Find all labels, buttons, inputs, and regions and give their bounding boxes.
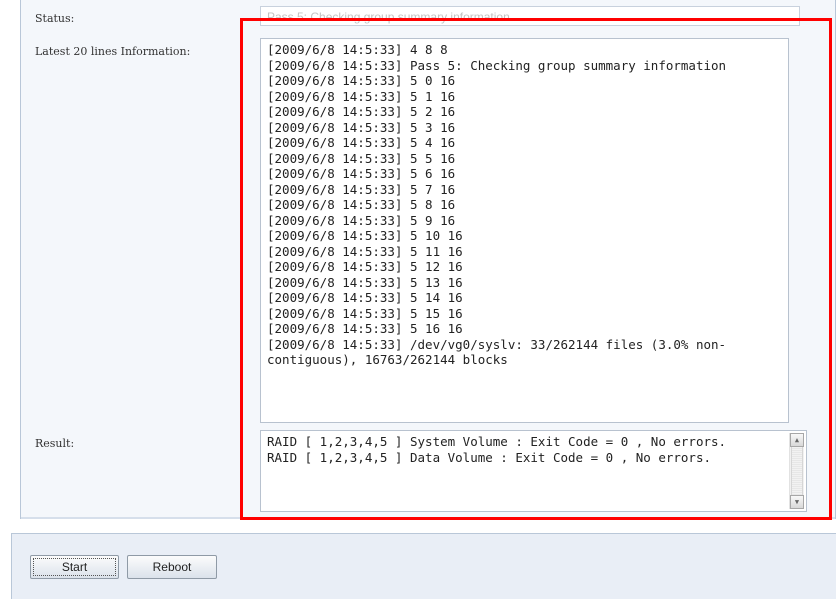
log-line: [2009/6/8 14:5:33] 5 10 16	[267, 228, 463, 243]
log-line: [2009/6/8 14:5:33] 5 14 16	[267, 290, 463, 305]
log-line: [2009/6/8 14:5:33] 5 13 16	[267, 274, 463, 290]
reboot-button[interactable]: Reboot	[127, 555, 217, 579]
log-line: [2009/6/8 14:5:33] 5 4 16	[267, 135, 456, 150]
scroll-thumb[interactable]	[791, 447, 803, 495]
result-scrollbar[interactable]: ▲ ▼	[789, 433, 804, 509]
log-line: [2009/6/8 14:5:33] Pass 5: Checking grou…	[267, 57, 727, 73]
log-line: [2009/6/8 14:5:33] /dev/vg0/syslv: 33/26…	[267, 336, 727, 368]
log-line: [2009/6/8 14:5:33] 5 0 16	[267, 73, 456, 88]
log-line: [2009/6/8 14:5:33] 5 2 16	[267, 104, 456, 119]
log-line: [2009/6/8 14:5:33] 5 12 16	[267, 259, 463, 274]
scroll-up-arrow-icon[interactable]: ▲	[790, 433, 804, 447]
status-field: Pass 5: Checking group summary informati…	[260, 6, 800, 26]
result-line: RAID [ 1,2,3,4,5 ] System Volume : Exit …	[267, 434, 727, 449]
log-line: [2009/6/8 14:5:33] 5 5 16	[267, 150, 456, 166]
log-line: [2009/6/8 14:5:33] 5 1 16	[267, 88, 456, 104]
latest-info-label: Latest 20 lines Information:	[35, 45, 191, 58]
log-line: [2009/6/8 14:5:33] 5 9 16	[267, 212, 456, 228]
result-line: RAID [ 1,2,3,4,5 ] Data Volume : Exit Co…	[267, 449, 712, 465]
log-line: [2009/6/8 14:5:33] 5 6 16	[267, 166, 456, 181]
latest-info-log[interactable]: [2009/6/8 14:5:33] 4 8 8 [2009/6/8 14:5:…	[260, 38, 789, 423]
scroll-down-arrow-icon[interactable]: ▼	[790, 495, 804, 509]
panel-divider	[21, 517, 835, 519]
result-textarea[interactable]: RAID [ 1,2,3,4,5 ] System Volume : Exit …	[260, 430, 807, 512]
log-line: [2009/6/8 14:5:33] 5 8 16	[267, 197, 456, 212]
log-line: [2009/6/8 14:5:33] 5 16 16	[267, 321, 463, 336]
log-line: [2009/6/8 14:5:33] 5 11 16	[267, 243, 463, 259]
status-label: Status:	[35, 12, 75, 25]
result-label: Result:	[35, 437, 75, 450]
log-line: [2009/6/8 14:5:33] 4 8 8	[267, 42, 448, 57]
log-line: [2009/6/8 14:5:33] 5 3 16	[267, 119, 456, 135]
start-button[interactable]: Start	[30, 555, 119, 579]
log-line: [2009/6/8 14:5:33] 5 15 16	[267, 305, 463, 321]
log-line: [2009/6/8 14:5:33] 5 7 16	[267, 181, 456, 197]
